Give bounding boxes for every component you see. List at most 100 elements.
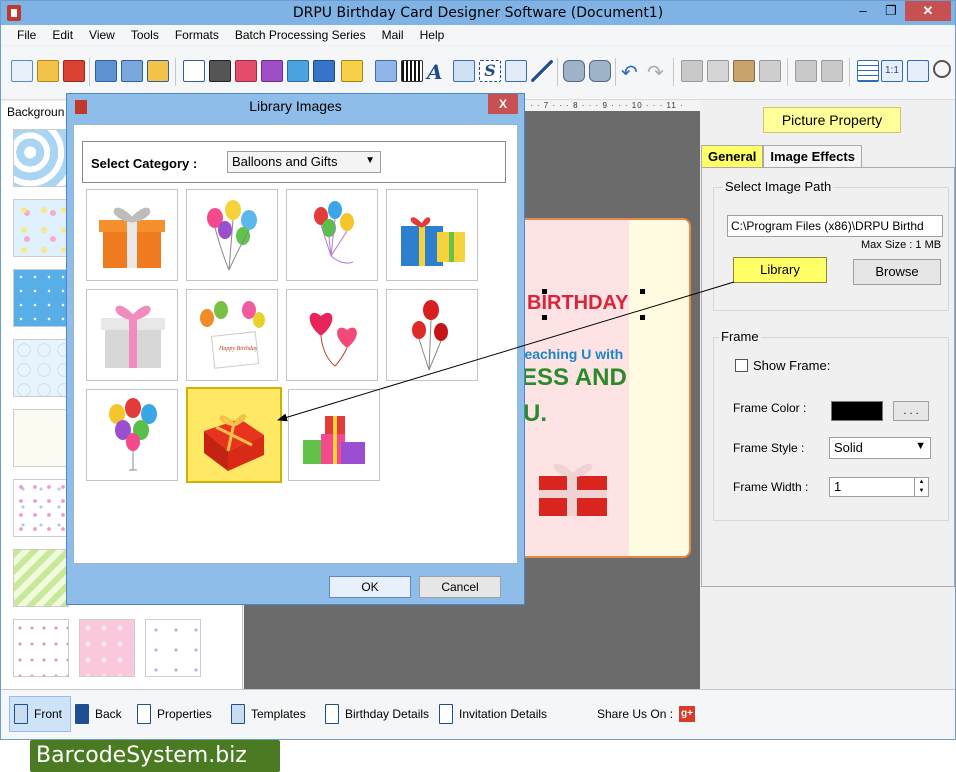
send-back-icon[interactable] bbox=[821, 60, 843, 82]
library-image-birthday-balloons[interactable]: Happy Birthday bbox=[186, 289, 278, 381]
gift-icon[interactable] bbox=[261, 60, 283, 82]
spinner-arrows-icon[interactable]: ▲ ▼ bbox=[914, 478, 928, 496]
balloons-image-icon bbox=[412, 300, 448, 371]
page-setup-icon[interactable] bbox=[183, 60, 205, 82]
fit-window-icon[interactable] bbox=[907, 60, 929, 82]
background-thumb[interactable] bbox=[79, 619, 135, 677]
templates-icon bbox=[231, 704, 245, 724]
show-frame-checkbox[interactable] bbox=[735, 359, 748, 372]
text-icon[interactable]: A bbox=[427, 60, 449, 84]
card-text-line2[interactable]: reaching U with bbox=[519, 346, 623, 362]
browse-button[interactable]: Browse bbox=[853, 259, 941, 285]
tab-properties[interactable]: Properties bbox=[137, 696, 212, 732]
signature-icon[interactable]: S bbox=[479, 60, 501, 82]
maximize-button[interactable]: ❐ bbox=[877, 1, 905, 21]
image-icon[interactable] bbox=[287, 60, 309, 82]
menu-edit[interactable]: Edit bbox=[44, 25, 81, 45]
library-image-silver-gift[interactable] bbox=[86, 289, 178, 381]
undo-icon[interactable]: ↶ bbox=[621, 60, 643, 84]
wordart-icon[interactable] bbox=[375, 60, 397, 82]
heart-balloons-image-icon bbox=[309, 312, 357, 367]
library-image-orange-gift[interactable] bbox=[86, 189, 178, 281]
close-button[interactable]: ✕ bbox=[905, 1, 951, 21]
save-icon[interactable] bbox=[95, 60, 117, 82]
library-image-gift-pile[interactable] bbox=[288, 389, 380, 481]
card-text-line3[interactable]: ESS AND bbox=[521, 364, 627, 392]
tab-invitation-details[interactable]: Invitation Details bbox=[439, 696, 547, 732]
library-image-balloon-bunch[interactable] bbox=[286, 189, 378, 281]
frame-color-swatch[interactable] bbox=[831, 401, 883, 421]
mail-icon[interactable] bbox=[505, 60, 527, 82]
chevron-down-icon: ▼ bbox=[365, 155, 375, 166]
background-thumb[interactable] bbox=[13, 479, 69, 537]
export-icon[interactable] bbox=[147, 60, 169, 82]
barcode-icon[interactable] bbox=[401, 60, 423, 82]
library-button[interactable]: Library bbox=[733, 257, 827, 283]
menu-batch-processing[interactable]: Batch Processing Series bbox=[227, 25, 374, 45]
background-thumb[interactable] bbox=[13, 129, 69, 187]
library-image-blue-gift-boxes[interactable] bbox=[386, 189, 478, 281]
card-text-line1[interactable]: BIRTHDAY bbox=[527, 292, 629, 315]
dialog-close-button[interactable]: X bbox=[488, 94, 518, 114]
cut-icon[interactable] bbox=[681, 60, 703, 82]
redo-icon[interactable]: ↷ bbox=[647, 60, 669, 84]
open-folder-icon[interactable] bbox=[37, 60, 59, 82]
card-icon[interactable] bbox=[235, 60, 257, 82]
background-thumb[interactable] bbox=[13, 409, 69, 467]
text-frame-icon[interactable] bbox=[453, 60, 475, 82]
image-path-field[interactable]: C:\Program Files (x86)\DRPU Birthd bbox=[727, 215, 943, 237]
menu-tools[interactable]: Tools bbox=[123, 25, 167, 45]
close-document-icon[interactable] bbox=[63, 60, 85, 82]
tab-image-effects[interactable]: Image Effects bbox=[763, 145, 862, 167]
frame-width-spinner[interactable]: 1 ▲ ▼ bbox=[829, 477, 929, 497]
menu-help[interactable]: Help bbox=[412, 25, 453, 45]
pen-icon[interactable] bbox=[313, 60, 335, 82]
database-icon[interactable] bbox=[563, 60, 585, 82]
frame-color-picker-button[interactable]: . . . bbox=[893, 401, 929, 421]
library-image-colorful-balloons[interactable] bbox=[186, 189, 278, 281]
tab-general[interactable]: General bbox=[701, 145, 764, 167]
background-thumb[interactable] bbox=[13, 339, 69, 397]
new-icon[interactable] bbox=[11, 60, 33, 82]
menu-mail[interactable]: Mail bbox=[374, 25, 412, 45]
menu-file[interactable]: File bbox=[9, 25, 44, 45]
picture-property-panel: Picture Property General Image Effects S… bbox=[701, 101, 955, 689]
background-thumb[interactable] bbox=[13, 269, 69, 327]
background-thumb[interactable] bbox=[13, 619, 69, 677]
actual-size-icon[interactable]: 1:1 bbox=[881, 60, 903, 82]
tab-birthday-details[interactable]: Birthday Details bbox=[325, 696, 429, 732]
paste-icon[interactable] bbox=[733, 60, 755, 82]
card-text-line4[interactable]: U. bbox=[523, 400, 547, 428]
delete-icon[interactable] bbox=[759, 60, 781, 82]
frame-style-select[interactable]: Solid ▼ bbox=[829, 437, 931, 459]
background-thumb[interactable] bbox=[13, 549, 69, 607]
library-image-red-gift-selected[interactable] bbox=[186, 387, 282, 483]
tab-templates[interactable]: Templates bbox=[231, 696, 306, 732]
background-thumb[interactable] bbox=[145, 619, 201, 677]
save-as-icon[interactable] bbox=[121, 60, 143, 82]
line-icon[interactable] bbox=[531, 60, 553, 82]
library-image-red-balloons[interactable] bbox=[386, 289, 478, 381]
google-plus-icon[interactable]: g+ bbox=[679, 706, 696, 722]
shapes-icon[interactable] bbox=[341, 60, 363, 82]
chevron-down-icon: ▼ bbox=[915, 440, 926, 452]
zoom-icon[interactable] bbox=[933, 60, 951, 78]
database-export-icon[interactable] bbox=[589, 60, 611, 82]
copy-icon[interactable] bbox=[707, 60, 729, 82]
tab-back[interactable]: Back bbox=[75, 696, 122, 732]
tab-front[interactable]: Front bbox=[9, 696, 71, 732]
menu-view[interactable]: View bbox=[81, 25, 123, 45]
ok-button[interactable]: OK bbox=[329, 576, 411, 598]
library-image-balloon-cluster[interactable] bbox=[86, 389, 178, 481]
bring-front-icon[interactable] bbox=[795, 60, 817, 82]
library-image-heart-balloons[interactable] bbox=[286, 289, 378, 381]
card-gift-image[interactable] bbox=[533, 450, 613, 522]
grid-icon[interactable] bbox=[857, 60, 879, 82]
balloons-image-icon: Happy Birthday bbox=[200, 301, 265, 369]
cancel-button[interactable]: Cancel bbox=[419, 576, 501, 598]
category-select[interactable]: Balloons and Gifts ▼ bbox=[227, 151, 381, 173]
minimize-button[interactable]: – bbox=[849, 1, 877, 21]
background-thumb[interactable] bbox=[13, 199, 69, 257]
print-icon[interactable] bbox=[209, 60, 231, 82]
menu-formats[interactable]: Formats bbox=[167, 25, 227, 45]
